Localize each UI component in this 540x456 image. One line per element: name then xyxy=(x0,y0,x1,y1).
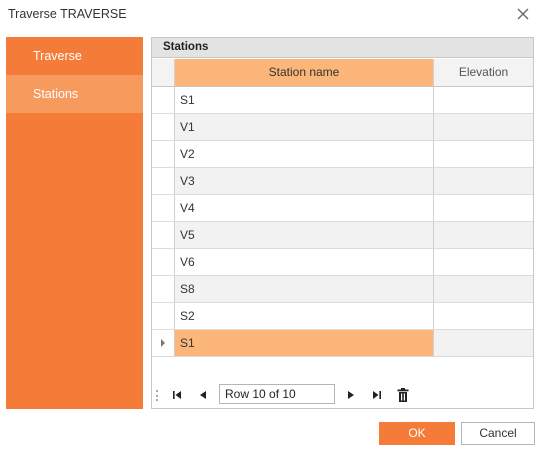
table-row-selected[interactable]: S1 xyxy=(152,330,533,357)
row-position-field[interactable]: Row 10 of 10 xyxy=(219,384,335,404)
station-name-cell[interactable]: S8 xyxy=(175,276,434,302)
station-name-cell[interactable]: V3 xyxy=(175,168,434,194)
grip-handle xyxy=(156,390,158,401)
elevation-cell[interactable] xyxy=(434,87,533,113)
close-icon xyxy=(517,8,529,20)
row-indicator xyxy=(152,114,175,140)
grid-header: Station name Elevation xyxy=(152,59,533,87)
table-row[interactable]: V4 xyxy=(152,195,533,222)
station-name-cell[interactable]: S2 xyxy=(175,303,434,329)
last-record-icon xyxy=(373,391,381,399)
elevation-cell[interactable] xyxy=(434,114,533,140)
column-header-station-name[interactable]: Station name xyxy=(175,59,434,86)
station-name-cell[interactable]: S1 xyxy=(175,330,434,356)
delete-record-button[interactable] xyxy=(395,387,411,403)
station-name-cell[interactable]: V6 xyxy=(175,249,434,275)
station-name-cell[interactable]: S1 xyxy=(175,87,434,113)
next-record-button[interactable] xyxy=(343,387,359,403)
first-record-button[interactable] xyxy=(169,387,185,403)
first-record-icon xyxy=(173,391,181,399)
ok-button[interactable]: OK xyxy=(379,422,455,445)
sidebar-item-traverse[interactable]: Traverse xyxy=(6,37,143,75)
elevation-cell[interactable] xyxy=(434,330,533,356)
stations-panel: Stations Station name Elevation S1 V1 V2… xyxy=(151,37,534,409)
row-indicator xyxy=(152,276,175,302)
elevation-cell[interactable] xyxy=(434,222,533,248)
row-indicator xyxy=(152,195,175,221)
table-row[interactable]: V1 xyxy=(152,114,533,141)
close-button[interactable] xyxy=(514,5,532,23)
row-indicator xyxy=(152,303,175,329)
record-navigator: Row 10 of 10 xyxy=(152,382,533,408)
sidebar: Traverse Stations xyxy=(6,37,143,409)
table-row[interactable]: V6 xyxy=(152,249,533,276)
elevation-cell[interactable] xyxy=(434,276,533,302)
stations-grid: Station name Elevation S1 V1 V2 V3 V4 V5… xyxy=(152,59,533,357)
row-indicator-header xyxy=(152,59,175,86)
station-name-cell[interactable]: V2 xyxy=(175,141,434,167)
elevation-cell[interactable] xyxy=(434,168,533,194)
row-indicator xyxy=(152,249,175,275)
panel-title: Stations xyxy=(152,38,533,58)
row-indicator xyxy=(152,87,175,113)
station-name-cell[interactable]: V4 xyxy=(175,195,434,221)
row-indicator xyxy=(152,222,175,248)
row-indicator xyxy=(152,330,175,356)
row-indicator xyxy=(152,168,175,194)
station-name-cell[interactable]: V5 xyxy=(175,222,434,248)
elevation-cell[interactable] xyxy=(434,141,533,167)
row-indicator-icon xyxy=(161,338,165,347)
elevation-cell[interactable] xyxy=(434,303,533,329)
row-indicator xyxy=(152,141,175,167)
sidebar-item-stations[interactable]: Stations xyxy=(6,75,143,113)
elevation-cell[interactable] xyxy=(434,195,533,221)
column-header-elevation[interactable]: Elevation xyxy=(434,59,533,86)
title-bar: Traverse TRAVERSE xyxy=(0,0,540,28)
sidebar-item-label: Stations xyxy=(33,87,79,101)
table-row[interactable]: S8 xyxy=(152,276,533,303)
table-row[interactable]: V5 xyxy=(152,222,533,249)
elevation-cell[interactable] xyxy=(434,249,533,275)
next-record-icon xyxy=(348,391,354,399)
trash-icon xyxy=(397,388,409,402)
window-title: Traverse TRAVERSE xyxy=(8,7,127,21)
station-name-cell[interactable]: V1 xyxy=(175,114,434,140)
table-row[interactable]: S2 xyxy=(152,303,533,330)
sidebar-item-label: Traverse xyxy=(33,49,82,63)
table-row[interactable]: V2 xyxy=(152,141,533,168)
last-record-button[interactable] xyxy=(369,387,385,403)
cancel-button[interactable]: Cancel xyxy=(461,422,535,445)
table-row[interactable]: S1 xyxy=(152,87,533,114)
table-row[interactable]: V3 xyxy=(152,168,533,195)
prev-record-button[interactable] xyxy=(195,387,211,403)
prev-record-icon xyxy=(200,391,206,399)
